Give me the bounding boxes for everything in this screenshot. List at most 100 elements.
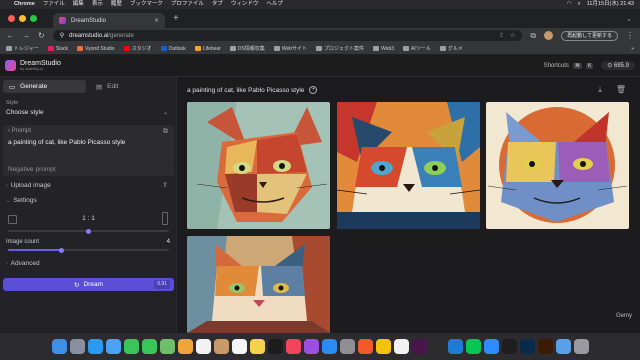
menu-history[interactable]: 履歴: [111, 0, 122, 9]
add-to-prompt-icon[interactable]: +: [309, 86, 318, 94]
close-tab-icon[interactable]: ✕: [154, 17, 159, 24]
dream-button[interactable]: ↻ Dream 0.91: [3, 278, 174, 291]
more-menu-icon[interactable]: ⋮: [626, 31, 634, 40]
notes-icon[interactable]: [249, 339, 265, 354]
trash-icon[interactable]: [573, 339, 589, 354]
illustrator-icon[interactable]: [537, 339, 553, 354]
tab-edit[interactable]: ▤ Edit: [90, 80, 173, 93]
messages-icon[interactable]: [141, 339, 157, 354]
bookmark-item[interactable]: Slack: [47, 46, 68, 52]
upload-icon[interactable]: ⇪: [162, 181, 168, 189]
upload-image-section[interactable]: › Upload image ⇪: [3, 182, 174, 189]
restart-update-button[interactable]: 再起動して更新する: [561, 30, 618, 41]
settings-section[interactable]: ⌄ Settings: [3, 197, 174, 204]
back-icon[interactable]: ←: [6, 31, 14, 40]
vscode-icon[interactable]: [447, 339, 463, 354]
aspect-ratio-slider[interactable]: [8, 228, 169, 234]
wifi-icon[interactable]: ◠: [567, 0, 572, 9]
tv-icon[interactable]: [267, 339, 283, 354]
maps-icon[interactable]: [159, 339, 175, 354]
bookmark-item[interactable]: スタジオ: [123, 45, 152, 52]
generated-image-4[interactable]: [187, 236, 330, 333]
all-bookmarks-chevron-icon[interactable]: »: [631, 46, 634, 52]
minimize-window-button[interactable]: [19, 15, 26, 22]
figma-icon[interactable]: [501, 339, 517, 354]
image-count-slider-handle[interactable]: [58, 247, 64, 253]
bookmark-item[interactable]: プロジェクト案件: [316, 45, 364, 52]
negative-prompt-field[interactable]: Negative prompt: [3, 164, 174, 176]
chrome-icon[interactable]: [375, 339, 391, 354]
zoom-window-button[interactable]: [30, 15, 37, 22]
menu-tab[interactable]: タブ: [212, 0, 223, 9]
menubar-datetime[interactable]: 11月15日(水) 21:43: [587, 0, 634, 9]
settings-icon[interactable]: [339, 339, 355, 354]
tab-generate[interactable]: ▭ Generate: [3, 80, 86, 93]
calendar-icon[interactable]: [195, 339, 211, 354]
bookmark-item[interactable]: Vyond Studio: [77, 46, 115, 52]
bookmark-item[interactable]: トレジャー: [6, 45, 39, 52]
bookmark-item[interactable]: グルメ: [439, 45, 463, 52]
photoshop-icon[interactable]: [519, 339, 535, 354]
chevron-down-icon[interactable]: ⌄: [163, 109, 168, 116]
search-icon[interactable]: ⌕: [578, 0, 581, 9]
browser-tab-dreamstudio[interactable]: DreamStudio ✕: [53, 13, 165, 28]
reload-icon[interactable]: ↻: [38, 31, 45, 40]
zoom-icon[interactable]: [483, 339, 499, 354]
generated-image-2[interactable]: [337, 102, 480, 229]
menu-edit[interactable]: 編集: [73, 0, 84, 9]
dreamstudio-logo-icon[interactable]: [5, 60, 16, 71]
tab-search-icon[interactable]: ⌄: [626, 15, 632, 23]
share-icon[interactable]: ⇪: [499, 32, 504, 39]
credits-badge[interactable]: ⊙ 685.9: [601, 61, 635, 70]
download-icon[interactable]: ⤓: [598, 85, 602, 95]
image-count-slider[interactable]: [8, 247, 169, 253]
contacts-icon[interactable]: [213, 339, 229, 354]
advanced-section[interactable]: › Advanced: [3, 260, 174, 267]
terminal-icon[interactable]: [429, 339, 445, 354]
bookmark-star-icon[interactable]: ☆: [510, 32, 515, 39]
menu-view[interactable]: 表示: [92, 0, 103, 9]
forward-icon[interactable]: →: [22, 31, 30, 40]
finder-icon[interactable]: [51, 339, 67, 354]
site-info-icon[interactable]: ⚲: [60, 32, 64, 39]
address-bar[interactable]: ⚲ dreamstudio.ai/generate ⇪ ☆: [52, 30, 523, 41]
aspect-ratio-slider-handle[interactable]: [86, 228, 91, 234]
menu-file[interactable]: ファイル: [43, 0, 65, 9]
style-select[interactable]: Choose style: [6, 109, 44, 116]
copy-icon[interactable]: ⧉: [163, 128, 168, 136]
facetime-icon[interactable]: [123, 339, 139, 354]
prompt-text[interactable]: a painting of cat, like Pablo Picasso st…: [8, 139, 125, 146]
menubar-app-name[interactable]: Chrome: [14, 0, 35, 9]
menu-profile[interactable]: プロファイル: [171, 0, 204, 9]
app-store-icon[interactable]: [321, 339, 337, 354]
slack-icon[interactable]: [411, 339, 427, 354]
bookmark-item[interactable]: Outlook: [160, 46, 186, 52]
brave-icon[interactable]: [357, 339, 373, 354]
close-window-button[interactable]: [8, 15, 15, 22]
reminders-icon[interactable]: [231, 339, 247, 354]
photos-icon[interactable]: [177, 339, 193, 354]
menu-window[interactable]: ウィンドウ: [231, 0, 259, 9]
portrait-ratio-icon[interactable]: [162, 212, 168, 225]
menu-bookmarks[interactable]: ブックマーク: [130, 0, 163, 9]
profile-avatar[interactable]: [544, 31, 554, 40]
shortcuts-button[interactable]: Shortcuts ⌘ K: [544, 62, 594, 69]
generated-image-1[interactable]: [187, 102, 330, 229]
menu-help[interactable]: ヘルプ: [266, 0, 283, 9]
launchpad-icon[interactable]: [69, 339, 85, 354]
extensions-icon[interactable]: ⧉: [530, 31, 536, 41]
safari-icon[interactable]: [87, 339, 103, 354]
music-icon[interactable]: [285, 339, 301, 354]
new-tab-button[interactable]: +: [173, 13, 179, 24]
podcasts-icon[interactable]: [303, 339, 319, 354]
notion-icon[interactable]: [393, 339, 409, 354]
bookmark-item[interactable]: DS情報収集: [229, 45, 265, 52]
mail-icon[interactable]: [105, 339, 121, 354]
prompt-field[interactable]: ‹ Prompt ⧉ a painting of cat, like Pablo…: [3, 125, 174, 165]
delete-icon[interactable]: 🗑: [616, 85, 626, 95]
bookmark-item[interactable]: Lifebear: [194, 46, 221, 52]
folder-icon[interactable]: [555, 339, 571, 354]
bookmark-item[interactable]: AIツール: [403, 45, 431, 52]
line-icon[interactable]: [465, 339, 481, 354]
bookmark-item[interactable]: Webサイト: [273, 45, 307, 52]
